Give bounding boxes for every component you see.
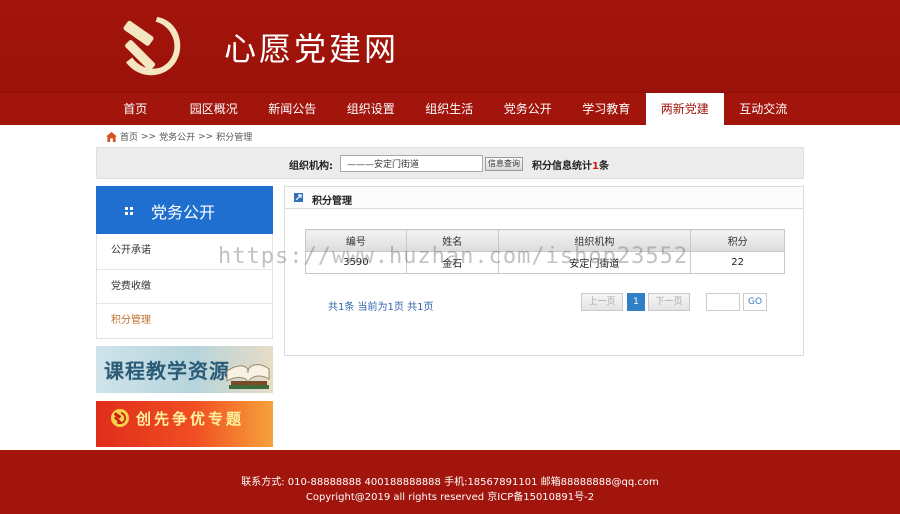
breadcrumb-separator: >> [198,131,214,142]
nav-list: 首页 园区概况 新闻公告 组织设置 组织生活 党务公开 学习教育 两新党建 互动… [96,93,803,126]
cell-organization: 安定门街道 [497,251,692,274]
panel-header: 积分管理 [285,187,803,209]
nav-item-interaction[interactable]: 互动交流 [724,93,803,126]
page-jump-input[interactable] [706,293,740,311]
main-nav: 首页 园区概况 新闻公告 组织设置 组织生活 党务公开 学习教育 两新党建 互动… [0,92,900,126]
nav-item-party-affairs[interactable]: 党务公开 [489,93,568,126]
cell-name: 金石 [405,251,499,274]
breadcrumb-separator: >> [141,131,157,142]
footer-contact: 联系方式: 010-88888888 400188888888 手机:18567… [241,477,659,488]
sidebar-item-points-management[interactable]: 积分管理 [97,303,272,338]
search-button[interactable]: 信息查询 [485,157,523,171]
column-header-organization: 组织机构 [497,229,692,252]
books-icon [226,364,270,389]
table-header-row: 编号 姓名 组织机构 积分 [305,229,785,252]
excellence-banner-text: 创先争优专题 [136,410,245,428]
nav-item-home[interactable]: 首页 [96,93,175,126]
nav-item-study[interactable]: 学习教育 [567,93,646,126]
nav-item-park-overview[interactable]: 园区概况 [175,93,254,126]
sidebar-header: 党务公开 [96,186,273,234]
breadcrumb-current: 积分管理 [216,133,253,143]
column-header-name: 姓名 [405,229,499,252]
panel-title-icon [294,193,303,202]
home-icon [106,131,117,142]
site-title[interactable]: 心愿党建网 [224,24,399,70]
site-header: 心愿党建网 [0,0,900,92]
prev-page-button[interactable]: 上一页 [581,293,623,311]
column-header-id: 编号 [305,229,407,252]
breadcrumb: 首页 >> 党务公开 >> 积分管理 [106,130,252,143]
cell-points: 22 [690,251,785,274]
stats-prefix: 积分信息统计 [532,161,592,172]
points-panel: 积分管理 编号 姓名 组织机构 积分 3590 金石 安定门街道 22 共1条 … [284,186,804,356]
site-footer: 联系方式: 010-88888888 400188888888 手机:18567… [0,450,900,514]
pager-summary: 共1条 当前为1页 共1页 [328,302,434,313]
breadcrumb-section[interactable]: 党务公开 [159,130,195,143]
stats-count: 1 [592,161,599,172]
sidebar-menu: 公开承诺 党费收缴 积分管理 [96,234,273,339]
excellence-banner[interactable]: 创先争优专题 [96,401,273,447]
panel-title: 积分管理 [312,196,352,207]
breadcrumb-home[interactable]: 首页 [120,130,138,143]
sidebar-item-public-commitment[interactable]: 公开承诺 [97,234,272,269]
org-filter-input[interactable] [340,155,483,172]
stats-text: 积分信息统计1条 [532,157,609,172]
go-button[interactable]: GO [743,293,767,311]
nav-item-org-life[interactable]: 组织生活 [410,93,489,126]
stats-suffix: 条 [598,161,609,172]
sidebar-item-party-dues[interactable]: 党费收缴 [97,268,272,304]
course-resources-banner-text: 课程教学资源 [104,359,230,383]
points-table: 编号 姓名 组织机构 积分 3590 金石 安定门街道 22 [305,229,785,274]
grid-icon [125,207,133,215]
page-1-button[interactable]: 1 [627,293,645,311]
column-header-points: 积分 [690,229,785,252]
hammer-sickle-icon [111,409,129,427]
footer-copyright: Copyright@2019 all rights reserved 京ICP备… [305,492,595,503]
nav-item-organization[interactable]: 组织设置 [332,93,411,126]
course-resources-banner[interactable]: 课程教学资源 [96,346,273,393]
org-filter-label: 组织机构: [289,161,333,172]
cell-id: 3590 [305,251,407,274]
hammer-sickle-logo-icon[interactable] [112,6,190,84]
nav-item-two-new[interactable]: 两新党建 [645,93,724,126]
nav-item-news[interactable]: 新闻公告 [253,93,332,126]
filter-bar: 组织机构: 信息查询 积分信息统计1条 [96,147,804,179]
sidebar-title: 党务公开 [151,203,216,222]
table-row: 3590 金石 安定门街道 22 [305,251,785,274]
next-page-button[interactable]: 下一页 [648,293,690,311]
